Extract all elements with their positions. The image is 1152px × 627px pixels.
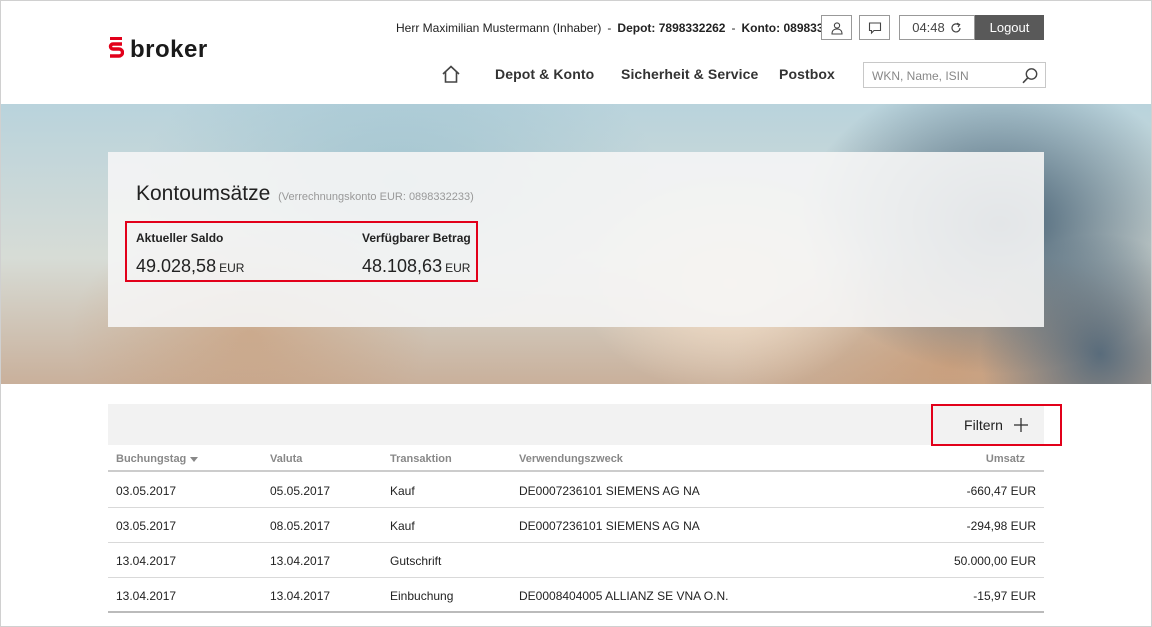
search-box [863,62,1046,88]
cell-umsatz: -15,97 EUR [973,589,1036,603]
column-header-verwendungszweck[interactable]: Verwendungszweck [519,453,623,465]
depot-number: Depot: 7898332262 [617,21,726,35]
header: broker Herr Maximilian Mustermann (Inhab… [0,0,1152,104]
user-icon [830,21,843,35]
cell-valuta: 13.04.2017 [270,589,331,603]
nav-postbox[interactable]: Postbox [779,66,835,82]
nav-depot-konto[interactable]: Depot & Konto [495,66,594,82]
table-row[interactable]: 13.04.2017 13.04.2017 Einbuchung DE00084… [108,578,1044,613]
cell-valuta: 05.05.2017 [270,484,331,498]
refresh-icon [951,22,961,32]
table-row[interactable]: 03.05.2017 05.05.2017 Kauf DE0007236101 … [108,473,1044,508]
profile-button[interactable] [821,15,852,40]
cell-buchungstag: 03.05.2017 [116,484,177,498]
logout-button[interactable]: Logout [975,15,1044,40]
cell-transaktion: Einbuchung [390,589,454,603]
column-header-label: Buchungstag [116,453,187,465]
session-timer[interactable]: 04:48 [899,15,975,40]
plus-icon [1013,418,1028,432]
cell-verwendungszweck: DE0008404005 ALLIANZ SE VNA O.N. [519,589,729,603]
current-balance-currency: EUR [219,261,245,275]
cell-umsatz: 50.000,00 EUR [953,554,1036,568]
filter-label: Filtern [964,417,1003,433]
table-row[interactable]: 13.04.2017 13.04.2017 Gutschrift 50.000,… [108,543,1044,578]
available-amount-value: 48.108,63 EUR [362,256,470,277]
column-header-valuta[interactable]: Valuta [270,453,302,465]
current-balance-label: Aktueller Saldo [136,231,224,245]
chat-icon [868,21,881,34]
cell-valuta: 08.05.2017 [270,519,331,533]
cell-buchungstag: 03.05.2017 [116,519,177,533]
table-row[interactable]: 03.05.2017 08.05.2017 Kauf DE0007236101 … [108,508,1044,543]
page-title: Kontoumsätze (Verrechnungskonto EUR: 089… [136,182,474,206]
user-info: Herr Maximilian Mustermann (Inhaber) - D… [396,20,850,36]
available-amount-currency: EUR [445,261,471,275]
cell-umsatz: -294,98 EUR [966,519,1036,533]
cell-verwendungszweck: DE0007236101 SIEMENS AG NA [519,519,700,533]
available-amount-label: Verfügbarer Betrag [362,231,471,245]
user-name: Herr Maximilian Mustermann (Inhaber) [396,21,602,35]
cell-valuta: 13.04.2017 [270,554,331,568]
timer-text: 04:48 [912,20,945,35]
column-header-umsatz[interactable]: Umsatz [986,453,1025,465]
cell-transaktion: Kauf [390,484,415,498]
separator: - [607,21,612,35]
current-balance-amount: 49.028,58 [136,256,217,276]
account-summary-panel: Kontoumsätze (Verrechnungskonto EUR: 089… [108,152,1044,327]
logo-text: broker [130,36,208,63]
cell-buchungstag: 13.04.2017 [116,554,177,568]
sparkasse-logo-icon [108,37,126,63]
search-icon[interactable] [1021,67,1039,85]
cell-transaktion: Kauf [390,519,415,533]
page-subtitle: (Verrechnungskonto EUR: 0898332233) [278,191,474,203]
separator: - [731,21,736,35]
cell-umsatz: -660,47 EUR [966,484,1036,498]
cell-transaktion: Gutschrift [390,554,442,568]
home-icon[interactable] [441,64,461,84]
available-amount-amount: 48.108,63 [362,256,443,276]
column-header-buchungstag[interactable]: Buchungstag [116,453,199,465]
nav-sicherheit-service[interactable]: Sicherheit & Service [621,66,758,82]
column-header-transaktion[interactable]: Transaktion [390,453,452,465]
transactions-table-header: Buchungstag Valuta Transaktion Verwendun… [108,449,1044,472]
filter-bar [108,404,1044,445]
page-title-text: Kontoumsätze [136,182,271,205]
sbroker-logo[interactable]: broker [108,36,208,64]
sort-desc-icon[interactable] [190,456,199,462]
search-input[interactable] [872,67,1012,85]
filter-button[interactable]: Filtern [931,404,1062,446]
cell-verwendungszweck: DE0007236101 SIEMENS AG NA [519,484,700,498]
messages-button[interactable] [859,15,890,40]
current-balance-value: 49.028,58 EUR [136,256,244,277]
cell-buchungstag: 13.04.2017 [116,589,177,603]
